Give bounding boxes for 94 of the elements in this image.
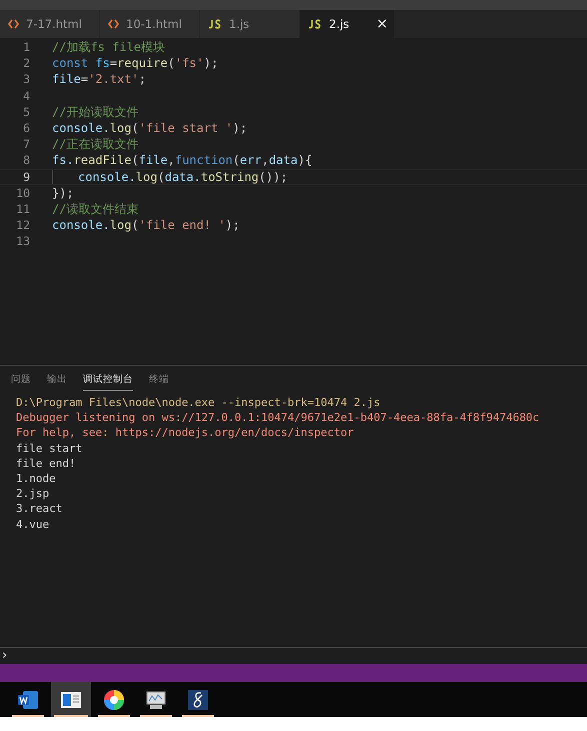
console-line: For help, see: https://nodejs.org/en/docs/inspector xyxy=(16,425,355,441)
code-punctuation: ){ xyxy=(298,152,312,169)
line-number: 12 xyxy=(15,217,30,234)
line-number: 10 xyxy=(15,184,30,201)
code-keyword: const xyxy=(52,55,90,72)
console-line: 4.vue xyxy=(16,516,50,532)
console-line: Debugger listening on ws://127.0.0.1:10474/9671e2e1-b407-4eea-88fa-4f8f9474680c xyxy=(16,410,540,426)
html-file-icon xyxy=(108,19,119,29)
code-variable: data. xyxy=(164,170,201,184)
code-variable: console. xyxy=(78,170,136,184)
code-comment: //正在读取文件 xyxy=(52,136,138,152)
code-variable: file xyxy=(138,152,168,169)
html-file-icon xyxy=(8,19,19,29)
line-number: 6 xyxy=(22,120,30,136)
code-punctuation: , xyxy=(168,152,175,169)
js-file-icon xyxy=(308,19,322,29)
code-punctuation: ); xyxy=(232,120,248,136)
editor-tab[interactable]: 1.js xyxy=(200,10,300,38)
panel-tab[interactable]: 问题 xyxy=(11,368,31,390)
line-number: 13 xyxy=(15,233,30,250)
running-indicator xyxy=(54,715,88,717)
js-file-icon xyxy=(208,19,222,29)
line-number: 7 xyxy=(22,136,30,152)
line-number: 8 xyxy=(22,152,30,168)
line-number: 5 xyxy=(22,104,30,120)
editor-tab[interactable]: 2.js × xyxy=(300,10,395,38)
code-punctuation: ()); xyxy=(258,170,288,184)
code-variable: data xyxy=(268,152,298,169)
code-punctuation: ( xyxy=(232,152,240,169)
code-function: toString xyxy=(200,170,259,184)
console-line: 3.react xyxy=(16,501,64,516)
line-number: 3 xyxy=(22,71,30,88)
code-punctuation: ); xyxy=(204,55,218,72)
code-punctuation: , xyxy=(262,152,269,169)
console-line: file start xyxy=(16,440,84,456)
panel-tab[interactable]: 调试控制台 xyxy=(83,368,133,390)
code-punctuation: = xyxy=(80,71,88,88)
taskbar-app[interactable] xyxy=(51,682,91,717)
tab-label: 1.js xyxy=(229,17,250,31)
code-string: 'file end! ' xyxy=(138,217,226,234)
console-line: D:\Program Files\node\node.exe --inspect-brk=10474 2.js xyxy=(16,395,382,410)
code-variable: console. xyxy=(52,120,110,136)
prompt-symbol: › xyxy=(2,648,8,663)
code-string: 'fs' xyxy=(174,55,204,72)
code-function: log xyxy=(110,217,132,234)
code-punctuation: ; xyxy=(138,71,146,88)
code-comment: //开始读取文件 xyxy=(52,104,138,120)
tab-label: 7-17.html xyxy=(26,17,82,31)
code-keyword: function xyxy=(174,152,233,169)
window-app-icon xyxy=(60,690,82,708)
line-number: 1 xyxy=(22,39,30,56)
code-punctuation: }); xyxy=(52,184,74,201)
code-comment: //读取文件结束 xyxy=(52,200,138,218)
code-string: 'file start ' xyxy=(138,120,233,136)
editor-tab[interactable]: 7-17.html xyxy=(0,10,100,38)
console-line: 1.node xyxy=(16,470,57,486)
code-function: require xyxy=(117,55,168,72)
document-app-icon xyxy=(17,690,39,710)
line-number: 9 xyxy=(22,170,30,184)
monitor-app-icon xyxy=(145,690,167,710)
running-indicator xyxy=(140,715,172,717)
running-indicator xyxy=(98,715,130,717)
console-line: 2.jsp xyxy=(16,486,50,502)
code-function: log xyxy=(136,170,158,184)
code-punctuation: ( xyxy=(131,217,139,234)
code-function: log xyxy=(110,120,132,136)
code-variable: fs xyxy=(95,55,110,72)
code-string: '2.txt' xyxy=(88,71,139,88)
editor-tab[interactable]: 10-1.html xyxy=(100,10,200,38)
close-icon[interactable]: × xyxy=(376,16,388,32)
code-variable: fs. xyxy=(52,152,74,169)
script-app-icon xyxy=(187,688,209,710)
tab-label: 10-1.html xyxy=(126,17,182,31)
running-indicator xyxy=(12,715,44,717)
code-variable: file xyxy=(52,71,81,88)
line-number: 2 xyxy=(22,55,30,72)
code-punctuation: ( xyxy=(157,170,165,184)
color-wheel-icon xyxy=(103,688,125,710)
running-indicator xyxy=(182,715,214,717)
code-punctuation: ); xyxy=(225,217,240,234)
code-comment: //加载fs file模块 xyxy=(52,39,166,56)
code-punctuation: ( xyxy=(168,55,175,72)
code-variable: err xyxy=(240,152,262,169)
panel-tab[interactable]: 终端 xyxy=(149,368,169,390)
code-function: readFile xyxy=(74,152,132,169)
panel-tab[interactable]: 输出 xyxy=(47,368,67,390)
line-number: 4 xyxy=(22,88,30,104)
code-punctuation: = xyxy=(110,55,118,72)
line-number: 11 xyxy=(15,200,30,218)
console-line: file end! xyxy=(16,456,77,471)
code-punctuation: ( xyxy=(131,152,139,169)
code-variable: console. xyxy=(52,217,110,234)
code-punctuation: ( xyxy=(131,120,139,136)
tab-label: 2.js xyxy=(329,17,350,31)
